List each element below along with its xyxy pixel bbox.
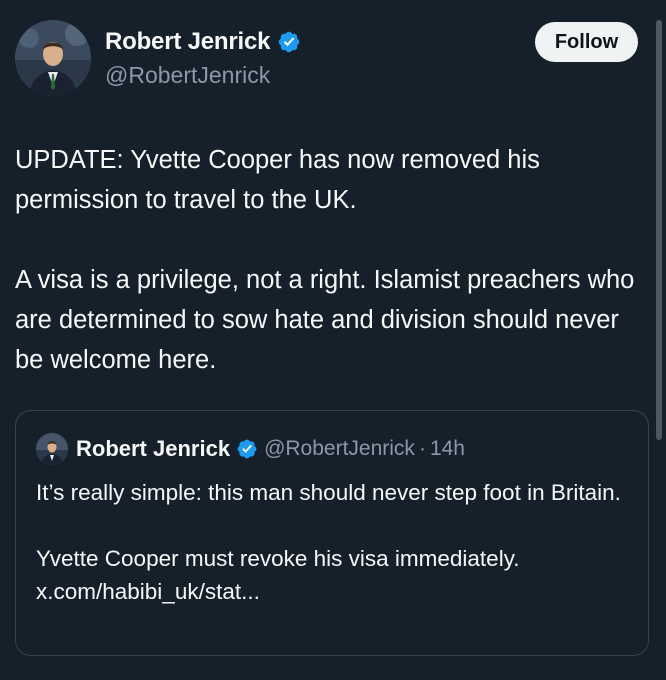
tweet-card: Robert Jenrick @RobertJenrick Follow UPD… (0, 0, 666, 680)
tweet-text: UPDATE: Yvette Cooper has now removed hi… (15, 140, 645, 380)
quoted-author-avatar[interactable] (36, 433, 68, 465)
scrollbar-thumb[interactable] (656, 20, 662, 440)
quoted-tweet-text: It’s really simple: this man should neve… (36, 476, 636, 608)
quoted-tweet-paragraph: It’s really simple: this man should neve… (36, 480, 621, 505)
quoted-tweet-header: Robert Jenrick @RobertJenrick · 14h (36, 433, 465, 465)
quoted-tweet-line: Yvette Cooper must revoke his visa immed… (36, 546, 520, 571)
author-avatar[interactable] (15, 20, 91, 96)
quoted-tweet-card[interactable]: Robert Jenrick @RobertJenrick · 14h It’s… (15, 410, 649, 656)
quoted-separator: · (418, 437, 426, 460)
quoted-tweet-paragraph-with-link: Yvette Cooper must revoke his visa immed… (36, 542, 636, 608)
verified-badge-icon (236, 438, 258, 460)
follow-button[interactable]: Follow (535, 22, 638, 62)
tweet-paragraph: A visa is a privilege, not a right. Isla… (15, 266, 635, 374)
quoted-author-display-name[interactable]: Robert Jenrick (76, 436, 230, 462)
quoted-tweet-link[interactable]: x.com/habibi_uk/stat... (36, 579, 260, 604)
verified-badge-icon (277, 30, 301, 54)
author-display-name[interactable]: Robert Jenrick (105, 28, 270, 56)
quoted-author-handle[interactable]: @RobertJenrick (264, 437, 415, 461)
quoted-timestamp[interactable]: 14h (430, 437, 465, 461)
author-handle[interactable]: @RobertJenrick (105, 62, 270, 89)
author-name-row: Robert Jenrick (105, 28, 301, 56)
tweet-paragraph: UPDATE: Yvette Cooper has now removed hi… (15, 146, 540, 214)
